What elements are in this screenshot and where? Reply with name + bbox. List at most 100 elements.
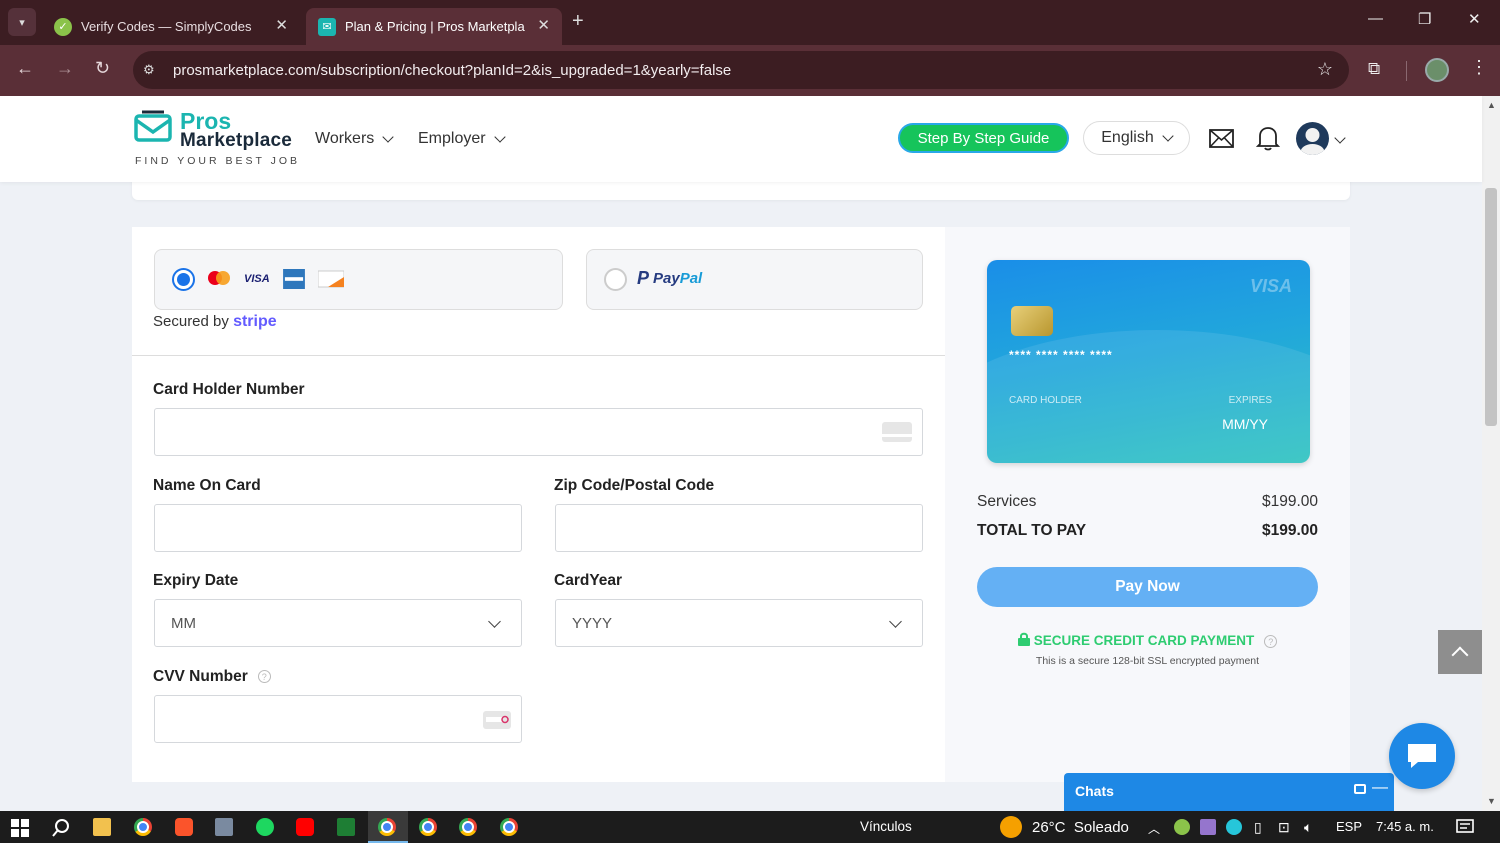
scroll-to-top-button[interactable]: [1438, 630, 1482, 674]
card-payment-option[interactable]: VISA: [154, 249, 563, 310]
back-icon[interactable]: ←: [16, 58, 34, 79]
chrome-icon[interactable]: [378, 818, 396, 836]
links-toolbar-label[interactable]: Vínculos: [860, 819, 912, 834]
chevron-up-icon[interactable]: ︿: [1148, 820, 1160, 837]
secure-payment-subtitle: This is a secure 128-bit SSL encrypted p…: [1035, 655, 1260, 667]
close-tab-icon[interactable]: ✕: [537, 16, 550, 34]
help-circle-icon[interactable]: ?: [1264, 634, 1278, 648]
volume-icon[interactable]: 🔈︎: [1304, 819, 1312, 836]
profile-avatar-icon[interactable]: [1425, 58, 1449, 82]
expiry-month-value: MM: [171, 614, 196, 632]
secure-payment-title: SECURE CREDIT CARD PAYMENT?: [945, 632, 1350, 648]
chat-popout-icon[interactable]: [1354, 784, 1366, 794]
help-circle-icon[interactable]: ?: [257, 670, 271, 684]
scroll-up-arrow-icon[interactable]: ▲: [1487, 100, 1496, 110]
secure-payment-text: SECURE CREDIT CARD PAYMENT: [1033, 633, 1255, 648]
name-on-card-label: Name On Card: [153, 477, 261, 494]
bookmark-star-icon[interactable]: ☆: [1317, 59, 1333, 80]
chrome-icon[interactable]: [459, 818, 477, 836]
youtube-icon[interactable]: [296, 818, 314, 836]
chat-minimize-icon[interactable]: —: [1372, 779, 1388, 797]
expiry-month-select[interactable]: MM: [154, 599, 522, 647]
section-divider: [132, 355, 945, 356]
paypal-payment-option[interactable]: PayPal P: [586, 249, 923, 310]
reload-icon[interactable]: ↻: [95, 58, 110, 79]
excel-icon[interactable]: [337, 818, 355, 836]
nav-workers-label: Workers: [315, 130, 375, 147]
chrome-icon[interactable]: [500, 818, 518, 836]
brave-icon[interactable]: [175, 818, 193, 836]
network-icon[interactable]: ⊡: [1278, 819, 1290, 836]
logo-text-marketplace: Marketplace: [180, 130, 293, 151]
windows-start-icon[interactable]: [11, 819, 29, 837]
browser-toolbar: ← → ↻ ⚙ prosmarketplace.com/subscription…: [0, 45, 1500, 96]
chat-bar[interactable]: Chats —: [1064, 773, 1394, 811]
nav-employer[interactable]: Employer: [418, 130, 506, 148]
tab-verify-codes[interactable]: ✓ Verify Codes — SimplyCodes ✕: [42, 8, 300, 45]
mail-icon[interactable]: [1209, 129, 1234, 148]
paypal-logo: PayPal: [653, 270, 702, 287]
cvv-input[interactable]: [154, 695, 522, 743]
chrome-icon[interactable]: [134, 818, 152, 836]
card-number-preview: **** **** **** ****: [1009, 348, 1113, 362]
tray-app-icon[interactable]: [1174, 819, 1190, 835]
total-value: $199.00: [1261, 522, 1318, 539]
new-tab-icon[interactable]: +: [572, 10, 584, 33]
chevron-down-icon[interactable]: [1334, 132, 1346, 144]
file-explorer-icon[interactable]: [93, 818, 111, 836]
amex-icon: [283, 269, 305, 289]
notifications-icon[interactable]: [1456, 819, 1474, 835]
restore-icon[interactable]: ❐: [1418, 10, 1431, 28]
card-chip-icon: [1011, 306, 1053, 336]
weather-sun-icon[interactable]: [1000, 816, 1022, 838]
extensions-icon[interactable]: ⧉: [1368, 59, 1380, 79]
tab-plan-pricing[interactable]: ✉ Plan & Pricing | Pros Marketplace ✕: [306, 8, 562, 45]
card-holder-label: CARD HOLDER: [1009, 395, 1082, 406]
weather-text[interactable]: 26°C Soleado: [1032, 819, 1129, 836]
step-by-step-guide-button[interactable]: Step By Step Guide: [898, 123, 1069, 153]
chat-launcher-button[interactable]: [1389, 723, 1455, 789]
minimize-icon[interactable]: —: [1368, 10, 1383, 27]
services-label: Services: [977, 493, 1037, 510]
notification-bell-icon[interactable]: [1256, 125, 1280, 151]
card-number-input[interactable]: [154, 408, 923, 456]
chevron-down-icon: [1162, 130, 1174, 142]
more-menu-icon[interactable]: ⋮: [1470, 57, 1488, 78]
calculator-icon[interactable]: [215, 818, 233, 836]
avatar-silhouette-icon: [1300, 128, 1325, 155]
chevron-down-icon: [493, 131, 506, 143]
forward-icon[interactable]: →: [56, 58, 74, 79]
clock-text[interactable]: 7:45 a. m.: [1376, 819, 1434, 834]
nav-workers[interactable]: Workers: [315, 130, 394, 148]
name-on-card-input[interactable]: [154, 504, 522, 552]
tab-search-button[interactable]: ▾: [8, 8, 36, 36]
spotify-icon[interactable]: [256, 818, 274, 836]
url-text[interactable]: prosmarketplace.com/subscription/checkou…: [173, 62, 731, 79]
paypal-radio[interactable]: [604, 268, 627, 291]
card-year-select[interactable]: YYYY: [555, 599, 923, 647]
search-icon[interactable]: [52, 819, 70, 837]
site-settings-icon[interactable]: ⚙: [143, 62, 161, 78]
logo-tagline: FIND YOUR BEST JOB: [135, 155, 301, 167]
simplycodes-favicon-icon: ✓: [54, 17, 72, 36]
nav-employer-label: Employer: [418, 130, 486, 147]
lock-icon: [1017, 632, 1030, 646]
card-radio[interactable]: [172, 268, 195, 291]
zip-code-input[interactable]: [555, 504, 923, 552]
close-tab-icon[interactable]: ✕: [275, 16, 288, 34]
user-avatar[interactable]: [1296, 122, 1329, 155]
close-window-icon[interactable]: ✕: [1468, 10, 1481, 28]
language-select[interactable]: English: [1083, 121, 1190, 155]
chevron-down-icon: [488, 615, 501, 628]
chevron-down-icon: [382, 131, 394, 143]
scroll-down-arrow-icon[interactable]: ▼: [1487, 796, 1496, 806]
tray-vpn-icon[interactable]: [1226, 819, 1242, 835]
page-scrollbar-thumb[interactable]: [1485, 188, 1497, 426]
tray-pen-icon[interactable]: [1200, 819, 1216, 835]
input-language-label[interactable]: ESP: [1336, 819, 1362, 834]
pay-now-button[interactable]: Pay Now: [977, 567, 1318, 607]
address-bar[interactable]: ⚙ prosmarketplace.com/subscription/check…: [133, 51, 1349, 89]
battery-icon[interactable]: ▯: [1254, 819, 1262, 836]
chrome-icon[interactable]: [419, 818, 437, 836]
chat-title: Chats: [1075, 783, 1114, 799]
